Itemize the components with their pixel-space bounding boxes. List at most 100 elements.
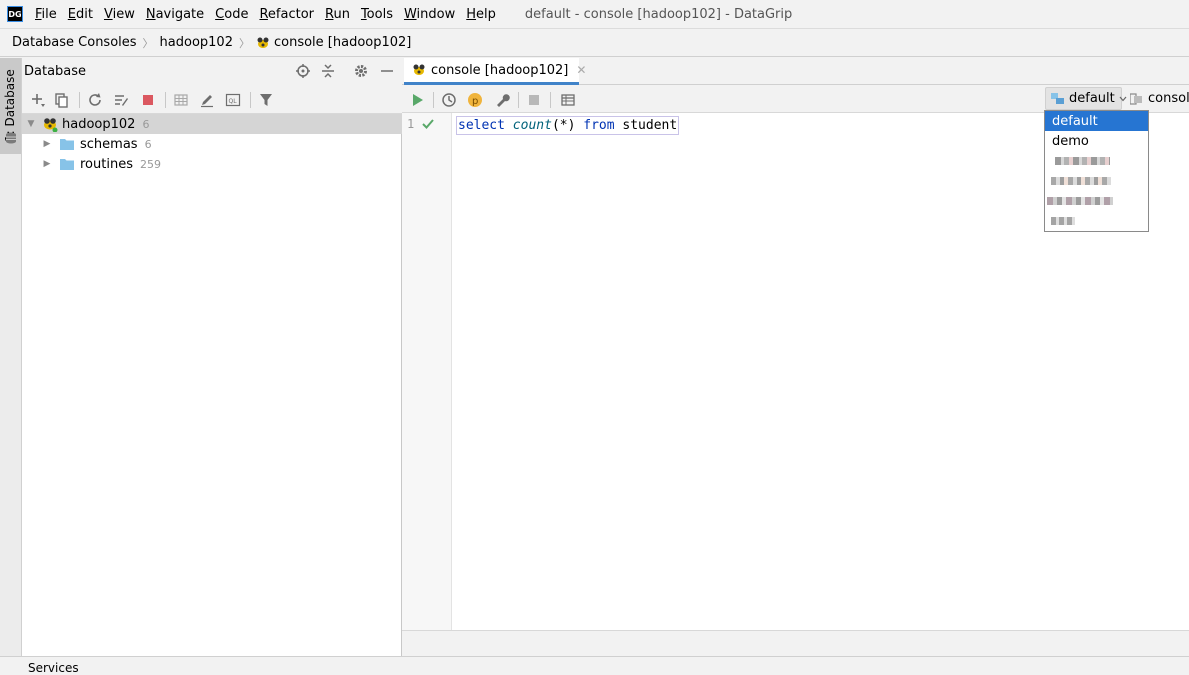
breadcrumb-console[interactable]: console [hadoop102] [274,35,411,50]
redacted-text [1051,217,1075,225]
gear-icon[interactable] [353,63,369,79]
breadcrumb-hadoop102[interactable]: hadoop102 [160,35,233,50]
breadcrumb-separator-icon: 〉 [238,36,250,50]
toolbar-separator [518,92,519,108]
close-icon[interactable]: ✕ [576,63,586,77]
schema-selector-value: default [1069,91,1115,106]
database-panel: Database QL ▼ hadoop102 6 ▶ schemas 6 ▶ … [22,58,402,656]
line-number: 1 [407,117,415,131]
session-selector-value: console [1148,91,1189,106]
menu-edit[interactable]: Edit [68,7,93,22]
menu-code[interactable]: Code [215,7,248,22]
editor-gutter: 1 [402,113,452,630]
function-count: count [512,118,552,133]
run-icon[interactable] [408,91,426,109]
schema-option-redacted[interactable] [1045,191,1148,211]
session-selector[interactable]: console [1130,87,1189,110]
folder-icon [60,138,74,150]
hive-console-icon [256,36,270,50]
datagrip-logo-icon: DG [7,6,23,22]
tree-node-routines[interactable]: ▶ routines 259 [22,154,402,174]
collapse-all-icon[interactable] [320,63,336,79]
output-table-icon[interactable] [559,91,577,109]
tool-window-strip: 1: Database [0,58,22,656]
schema-icon [1051,92,1065,105]
chevron-down-icon [1119,96,1127,102]
checkmark-icon [421,118,435,130]
breadcrumb: Database Consoles 〉 hadoop102 〉 console … [0,28,1189,57]
locate-target-icon[interactable] [295,63,311,79]
schema-option-label: demo [1052,133,1089,149]
table-view-icon[interactable] [172,91,190,109]
database-tool-tab[interactable]: 1: Database [0,58,21,154]
menu-bar: DG File Edit View Navigate Code Refactor… [0,0,1189,28]
folder-icon [60,158,74,170]
schema-settings-icon[interactable] [112,91,130,109]
schema-option-redacted[interactable] [1045,151,1148,171]
wrench-icon[interactable] [493,91,511,109]
refresh-icon[interactable] [86,91,104,109]
toolbar-separator [250,92,251,108]
keyword-select: select [458,118,505,133]
hive-datasource-icon [42,116,58,132]
toolbar-separator [165,92,166,108]
editor-status-strip [402,630,1189,656]
menu-run[interactable]: Run [325,7,350,22]
schema-option-label: default [1052,113,1098,129]
tree-node-hadoop102[interactable]: ▼ hadoop102 6 [22,114,402,134]
function-args: (*) [551,118,576,133]
hive-console-icon [412,63,426,77]
svg-text:p: p [472,96,478,107]
schema-selector[interactable]: default [1045,87,1127,110]
filter-icon[interactable] [257,91,275,109]
menu-tools[interactable]: Tools [361,7,393,22]
stop-disabled-icon[interactable] [525,91,543,109]
tab-console-hadoop102[interactable]: console [hadoop102] ✕ [404,58,586,85]
history-clock-icon[interactable] [440,91,458,109]
code-line[interactable]: select count(*) from student [456,116,680,135]
tree-node-count: 6 [144,137,152,151]
menu-navigate[interactable]: Navigate [146,7,204,22]
menu-view[interactable]: View [104,7,135,22]
schema-option-redacted[interactable] [1045,171,1148,191]
menu-refactor[interactable]: Refactor [259,7,314,22]
breadcrumb-database-consoles[interactable]: Database Consoles [12,35,137,50]
window-title: default - console [hadoop102] - DataGrip [524,6,793,22]
tree-node-label: hadoop102 [62,116,136,132]
database-panel-header: Database [22,58,402,85]
tree-node-schemas[interactable]: ▶ schemas 6 [22,134,402,154]
parameters-p-icon[interactable]: p [466,91,484,109]
redacted-text [1055,157,1110,165]
editor-tab-bar: console [hadoop102] ✕ [402,58,1189,85]
schema-option-default[interactable]: default [1045,111,1148,131]
menu-window[interactable]: Window [404,7,455,22]
add-icon[interactable] [29,91,47,109]
expanded-arrow-icon[interactable]: ▼ [26,119,36,129]
redacted-text [1047,197,1113,205]
tree-node-label: schemas [80,136,138,152]
ql-console-icon[interactable]: QL [224,91,242,109]
schema-option-demo[interactable]: demo [1045,131,1148,151]
edit-pencil-icon[interactable] [198,91,216,109]
toolbar-separator [550,92,551,108]
collapsed-arrow-icon[interactable]: ▶ [42,159,52,169]
database-panel-title: Database [24,64,87,79]
collapsed-arrow-icon[interactable]: ▶ [42,139,52,149]
minimize-icon[interactable] [379,63,395,79]
copy-icon[interactable] [53,91,71,109]
menu-help[interactable]: Help [466,7,496,22]
schema-option-redacted[interactable] [1045,211,1148,231]
tree-node-count: 6 [142,117,150,131]
database-stack-icon [5,132,17,144]
services-bar: Services [0,656,1189,675]
tree-node-count: 259 [139,157,161,171]
schema-dropdown-list: default demo [1044,110,1149,232]
redacted-text [1051,177,1111,185]
database-toolbar: QL [22,85,402,114]
services-tab[interactable]: Services [28,661,79,675]
keyword-from: from [583,118,615,133]
menu-file[interactable]: File [35,7,57,22]
session-icon [1130,92,1144,105]
stop-icon[interactable] [139,91,157,109]
tree-node-label: routines [80,156,133,172]
